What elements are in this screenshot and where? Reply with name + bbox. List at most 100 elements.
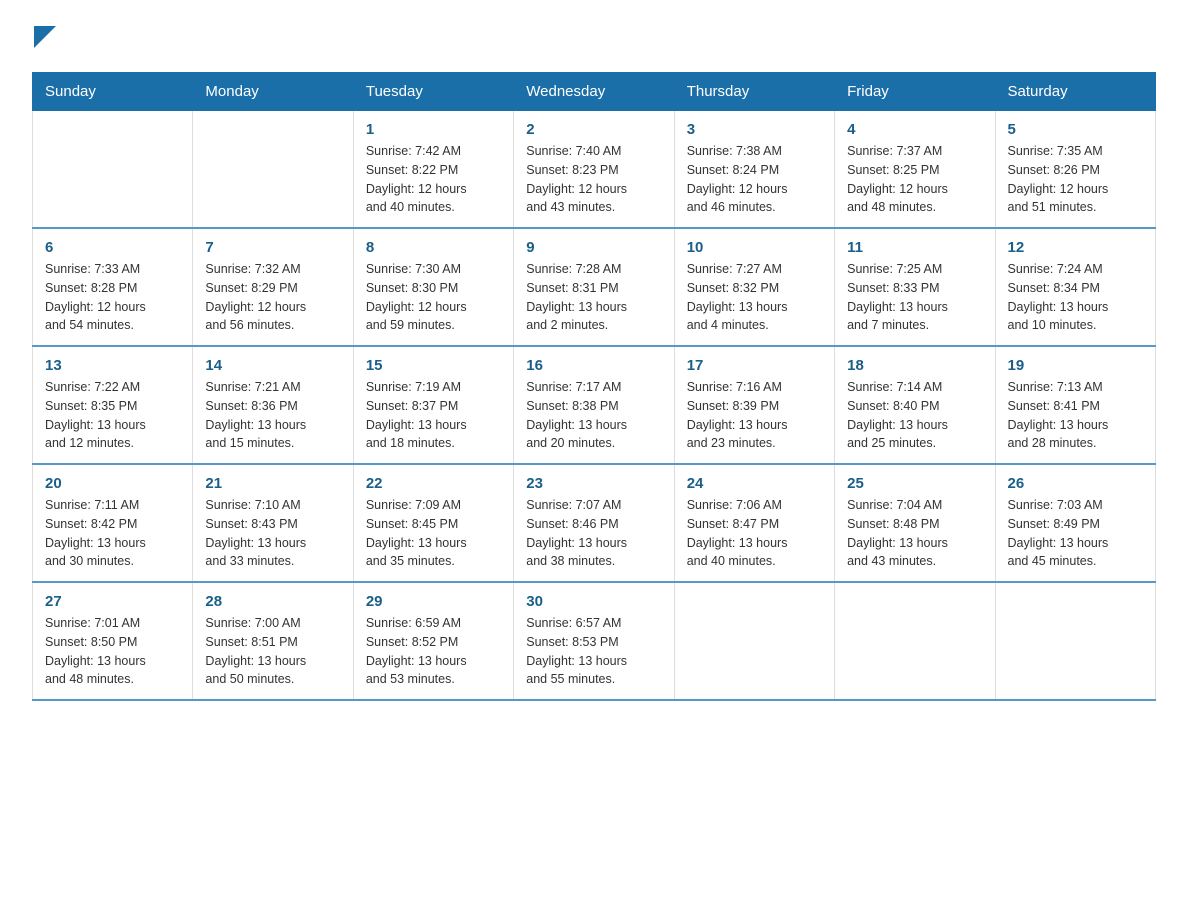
week-row-1: 1Sunrise: 7:42 AM Sunset: 8:22 PM Daylig… [33,111,1156,229]
day-cell: 22Sunrise: 7:09 AM Sunset: 8:45 PM Dayli… [353,464,513,582]
day-info: Sunrise: 7:04 AM Sunset: 8:48 PM Dayligh… [847,496,982,571]
day-info: Sunrise: 7:00 AM Sunset: 8:51 PM Dayligh… [205,614,340,689]
day-cell [835,582,995,700]
day-info: Sunrise: 6:57 AM Sunset: 8:53 PM Dayligh… [526,614,661,689]
day-number: 25 [847,475,982,492]
day-info: Sunrise: 7:35 AM Sunset: 8:26 PM Dayligh… [1008,142,1143,217]
day-number: 17 [687,357,822,374]
day-number: 10 [687,239,822,256]
day-number: 8 [366,239,501,256]
day-number: 2 [526,121,661,138]
day-cell: 16Sunrise: 7:17 AM Sunset: 8:38 PM Dayli… [514,346,674,464]
day-number: 16 [526,357,661,374]
day-number: 22 [366,475,501,492]
header-cell-friday: Friday [835,73,995,111]
day-cell: 28 Sunrise: 7:00 AM Sunset: 8:51 PM Dayli… [193,582,353,700]
day-info: Sunrise: 7:38 AM Sunset: 8:24 PM Dayligh… [687,142,822,217]
day-info: Sunrise: 7:28 AM Sunset: 8:31 PM Dayligh… [526,260,661,335]
week-row-3: 13 Sunrise: 7:22 AM Sunset: 8:35 PM Dayli… [33,346,1156,464]
day-number: 9 [526,239,661,256]
day-cell: 23 Sunrise: 7:07 AM Sunset: 8:46 PM Dayli… [514,464,674,582]
calendar-header: SundayMondayTuesdayWednesdayThursdayFrid… [33,73,1156,111]
day-number: 11 [847,239,982,256]
day-number: 27 [45,593,180,610]
day-number: 12 [1008,239,1143,256]
week-row-5: 27 Sunrise: 7:01 AM Sunset: 8:50 PM Dayli… [33,582,1156,700]
day-cell: 11 Sunrise: 7:25 AM Sunset: 8:33 PM Dayli… [835,228,995,346]
day-number: 15 [366,357,501,374]
day-number: 4 [847,121,982,138]
day-number: 5 [1008,121,1143,138]
day-info: Sunrise: 7:30 AM Sunset: 8:30 PM Dayligh… [366,260,501,335]
day-cell: 3 Sunrise: 7:38 AM Sunset: 8:24 PM Daylig… [674,111,834,229]
day-cell: 9 Sunrise: 7:28 AM Sunset: 8:31 PM Daylig… [514,228,674,346]
day-number: 19 [1008,357,1143,374]
day-info: Sunrise: 7:06 AM Sunset: 8:47 PM Dayligh… [687,496,822,571]
day-info: Sunrise: 7:21 AM Sunset: 8:36 PM Dayligh… [205,378,340,453]
day-cell: 25 Sunrise: 7:04 AM Sunset: 8:48 PM Dayli… [835,464,995,582]
day-cell: 29 Sunrise: 6:59 AM Sunset: 8:52 PM Dayli… [353,582,513,700]
header-cell-saturday: Saturday [995,73,1155,111]
day-number: 6 [45,239,180,256]
day-info: Sunrise: 7:42 AM Sunset: 8:22 PM Dayligh… [366,142,501,217]
logo-triangle-icon [34,26,56,48]
calendar-table: SundayMondayTuesdayWednesdayThursdayFrid… [32,72,1156,701]
week-row-4: 20 Sunrise: 7:11 AM Sunset: 8:42 PM Dayli… [33,464,1156,582]
day-info: Sunrise: 7:22 AM Sunset: 8:35 PM Dayligh… [45,378,180,453]
day-number: 26 [1008,475,1143,492]
day-info: Sunrise: 7:14 AM Sunset: 8:40 PM Dayligh… [847,378,982,453]
day-info: Sunrise: 7:19 AM Sunset: 8:37 PM Dayligh… [366,378,501,453]
header-cell-tuesday: Tuesday [353,73,513,111]
header-cell-wednesday: Wednesday [514,73,674,111]
day-cell [995,582,1155,700]
day-number: 13 [45,357,180,374]
day-info: Sunrise: 7:32 AM Sunset: 8:29 PM Dayligh… [205,260,340,335]
day-number: 3 [687,121,822,138]
day-info: Sunrise: 7:24 AM Sunset: 8:34 PM Dayligh… [1008,260,1143,335]
page-header [32,24,1156,48]
header-cell-thursday: Thursday [674,73,834,111]
day-cell: 12 Sunrise: 7:24 AM Sunset: 8:34 PM Dayli… [995,228,1155,346]
day-info: Sunrise: 7:13 AM Sunset: 8:41 PM Dayligh… [1008,378,1143,453]
day-cell: 8 Sunrise: 7:30 AM Sunset: 8:30 PM Daylig… [353,228,513,346]
day-cell: 18 Sunrise: 7:14 AM Sunset: 8:40 PM Dayli… [835,346,995,464]
day-number: 23 [526,475,661,492]
day-info: Sunrise: 7:10 AM Sunset: 8:43 PM Dayligh… [205,496,340,571]
day-info: Sunrise: 7:16 AM Sunset: 8:39 PM Dayligh… [687,378,822,453]
day-number: 30 [526,593,661,610]
header-row: SundayMondayTuesdayWednesdayThursdayFrid… [33,73,1156,111]
day-cell: 13 Sunrise: 7:22 AM Sunset: 8:35 PM Dayli… [33,346,193,464]
day-cell [33,111,193,229]
day-cell [193,111,353,229]
day-cell: 26Sunrise: 7:03 AM Sunset: 8:49 PM Dayli… [995,464,1155,582]
day-info: Sunrise: 7:07 AM Sunset: 8:46 PM Dayligh… [526,496,661,571]
day-info: Sunrise: 6:59 AM Sunset: 8:52 PM Dayligh… [366,614,501,689]
day-number: 28 [205,593,340,610]
day-cell: 20 Sunrise: 7:11 AM Sunset: 8:42 PM Dayli… [33,464,193,582]
day-number: 18 [847,357,982,374]
logo [32,24,56,48]
day-number: 29 [366,593,501,610]
day-number: 7 [205,239,340,256]
day-cell: 17 Sunrise: 7:16 AM Sunset: 8:39 PM Dayli… [674,346,834,464]
day-cell: 7 Sunrise: 7:32 AM Sunset: 8:29 PM Daylig… [193,228,353,346]
day-cell: 5 Sunrise: 7:35 AM Sunset: 8:26 PM Daylig… [995,111,1155,229]
day-cell: 10Sunrise: 7:27 AM Sunset: 8:32 PM Dayli… [674,228,834,346]
week-row-2: 6Sunrise: 7:33 AM Sunset: 8:28 PM Daylig… [33,228,1156,346]
day-cell: 30 Sunrise: 6:57 AM Sunset: 8:53 PM Dayli… [514,582,674,700]
day-cell: 14Sunrise: 7:21 AM Sunset: 8:36 PM Dayli… [193,346,353,464]
calendar-body: 1Sunrise: 7:42 AM Sunset: 8:22 PM Daylig… [33,111,1156,701]
day-cell: 2Sunrise: 7:40 AM Sunset: 8:23 PM Daylig… [514,111,674,229]
day-cell: 19 Sunrise: 7:13 AM Sunset: 8:41 PM Dayli… [995,346,1155,464]
day-number: 20 [45,475,180,492]
day-cell: 27 Sunrise: 7:01 AM Sunset: 8:50 PM Dayli… [33,582,193,700]
day-info: Sunrise: 7:01 AM Sunset: 8:50 PM Dayligh… [45,614,180,689]
day-cell: 1Sunrise: 7:42 AM Sunset: 8:22 PM Daylig… [353,111,513,229]
header-cell-sunday: Sunday [33,73,193,111]
day-info: Sunrise: 7:11 AM Sunset: 8:42 PM Dayligh… [45,496,180,571]
day-info: Sunrise: 7:25 AM Sunset: 8:33 PM Dayligh… [847,260,982,335]
day-info: Sunrise: 7:37 AM Sunset: 8:25 PM Dayligh… [847,142,982,217]
day-number: 21 [205,475,340,492]
day-number: 24 [687,475,822,492]
header-cell-monday: Monday [193,73,353,111]
